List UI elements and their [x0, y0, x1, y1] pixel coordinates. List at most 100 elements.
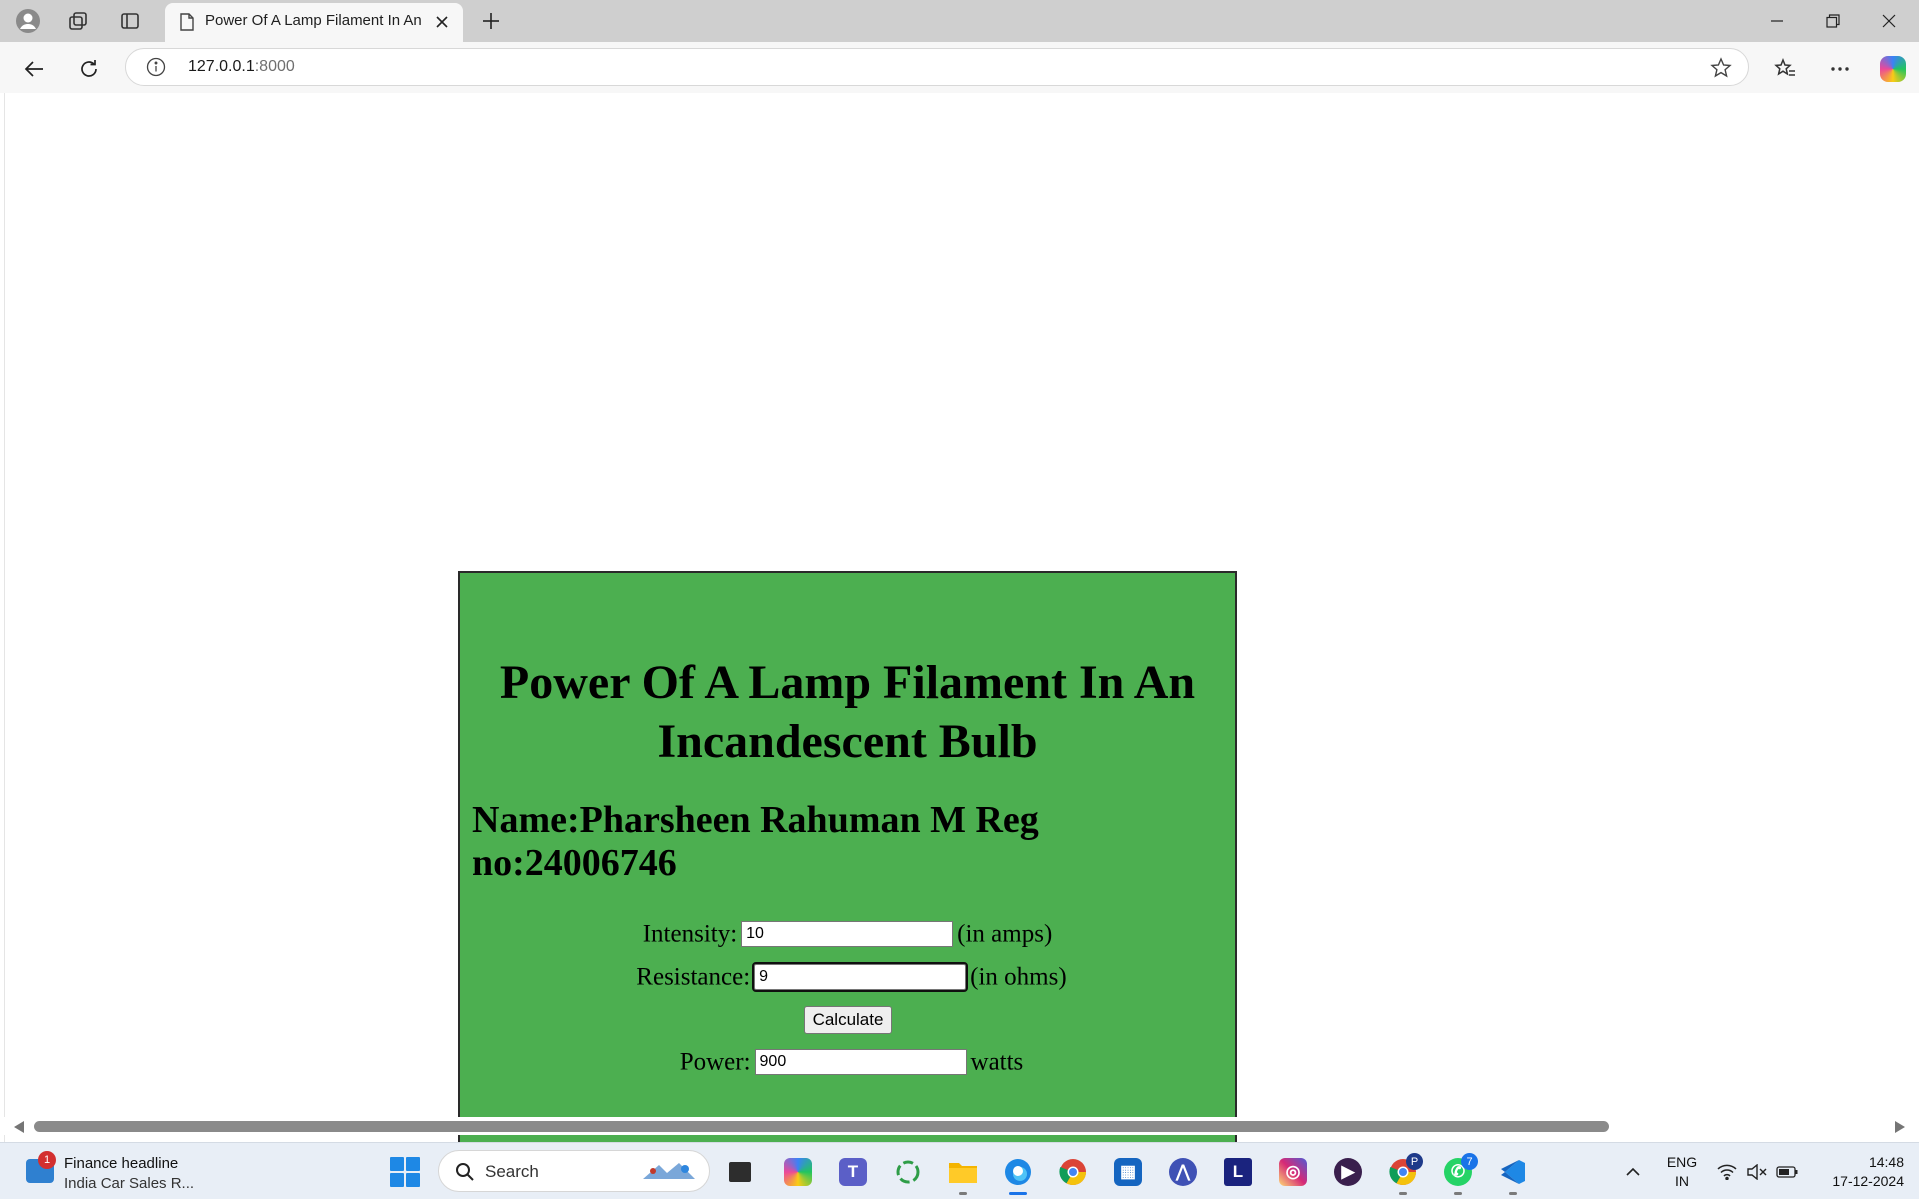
power-label: Power: — [679, 1048, 751, 1076]
horizontal-scrollbar[interactable] — [4, 1117, 1915, 1135]
close-tab-icon[interactable] — [431, 11, 453, 33]
l-app-icon[interactable]: L — [1218, 1152, 1258, 1192]
battery-icon[interactable] — [1773, 1143, 1801, 1199]
page-viewport: Power Of A Lamp Filament In An Incandesc… — [4, 93, 1915, 1163]
power-row: Power: watts — [460, 1047, 1235, 1076]
widget-title: Finance headline — [64, 1155, 179, 1172]
instagram-glyph: ◎ — [1279, 1158, 1307, 1186]
l-app-glyph: L — [1224, 1158, 1252, 1186]
language-region: IN — [1675, 1173, 1689, 1189]
running-indicator — [1454, 1192, 1462, 1195]
taskbar-search[interactable]: Search — [438, 1150, 710, 1192]
resistance-label: Resistance: — [636, 963, 751, 991]
vpn-glyph: ⋀ — [1169, 1158, 1197, 1186]
resistance-input[interactable] — [752, 962, 969, 993]
refresh-app-icon[interactable] — [888, 1152, 928, 1192]
language-indicator[interactable]: ENG IN — [1660, 1153, 1704, 1191]
profile-badge: P — [1406, 1153, 1423, 1170]
minimize-icon[interactable] — [1749, 0, 1805, 42]
media-player-glyph: ▶ — [1334, 1158, 1362, 1186]
page-icon — [179, 13, 195, 36]
volume-muted-icon[interactable] — [1744, 1143, 1770, 1199]
page-title: Power Of A Lamp Filament In An Incandesc… — [499, 656, 1196, 768]
intensity-row: Intensity: (in amps) — [460, 919, 1235, 948]
search-placeholder: Search — [485, 1162, 539, 1181]
widget-badge: 1 — [38, 1151, 56, 1169]
system-clock[interactable]: 14:48 17-12-2024 — [1812, 1153, 1904, 1191]
edge-icon[interactable] — [998, 1152, 1038, 1195]
calculate-button[interactable]: Calculate — [804, 1006, 892, 1034]
power-unit: watts — [970, 1048, 1024, 1076]
language-code: ENG — [1666, 1154, 1698, 1170]
store-glyph: ▦ — [1114, 1158, 1142, 1186]
resistance-unit: (in ohms) — [970, 963, 1067, 991]
whatsapp-badge: 7 — [1461, 1153, 1478, 1170]
intensity-label: Intensity: — [642, 920, 738, 948]
clock-date: 17-12-2024 — [1832, 1173, 1904, 1189]
scrollbar-thumb[interactable] — [34, 1121, 1609, 1132]
copilot-app-glyph — [784, 1158, 812, 1186]
refresh-icon[interactable] — [71, 51, 107, 87]
student-info: Name:Pharsheen Rahuman M Reg no:24006746 — [472, 799, 1039, 884]
favorite-star-icon[interactable] — [1710, 57, 1732, 84]
search-highlight-icon — [643, 1163, 695, 1179]
windows-logo-tile — [390, 1173, 404, 1187]
vpn-app-icon[interactable]: ⋀ — [1163, 1152, 1203, 1192]
running-indicator — [959, 1192, 967, 1195]
close-window-icon[interactable] — [1861, 0, 1917, 42]
url-text[interactable]: 127.0.0.1:8000 — [188, 58, 295, 76]
windows-logo-tile — [406, 1157, 420, 1171]
chrome-icon[interactable] — [1053, 1152, 1093, 1192]
profile-icon[interactable] — [8, 5, 48, 37]
wifi-icon[interactable] — [1714, 1143, 1740, 1199]
site-info-icon[interactable] — [146, 57, 166, 82]
tab-active[interactable]: Power Of A Lamp Filament In An Incandesc… — [165, 3, 463, 42]
task-view-icon[interactable] — [720, 1152, 760, 1192]
url-host: 127.0.0.1 — [188, 58, 255, 75]
scroll-right-arrow-icon[interactable] — [1895, 1121, 1905, 1133]
new-tab-button[interactable] — [474, 6, 508, 36]
address-bar[interactable]: 127.0.0.1:8000 — [125, 48, 1749, 86]
clock-time: 14:48 — [1868, 1154, 1904, 1170]
active-indicator — [1009, 1192, 1027, 1195]
task-view-glyph — [729, 1162, 751, 1182]
url-port: :8000 — [254, 58, 295, 75]
file-explorer-icon[interactable] — [943, 1152, 983, 1195]
search-icon — [455, 1162, 475, 1187]
widget-subtitle: India Car Sales R... — [64, 1175, 195, 1192]
intensity-input[interactable] — [741, 921, 954, 948]
windows-logo-tile — [390, 1157, 404, 1171]
teams-icon[interactable]: T — [833, 1152, 873, 1192]
copilot-icon[interactable] — [1875, 51, 1911, 87]
tab-title: Power Of A Lamp Filament In An Incandesc… — [205, 12, 425, 29]
browser-tab-bar: Power Of A Lamp Filament In An Incandesc… — [0, 0, 1919, 42]
browser-toolbar: 127.0.0.1:8000 — [0, 42, 1919, 93]
workspaces-icon[interactable] — [58, 5, 98, 37]
favorites-icon[interactable] — [1767, 51, 1803, 87]
instagram-icon[interactable]: ◎ — [1273, 1152, 1313, 1192]
running-indicator — [1509, 1192, 1517, 1195]
intensity-unit: (in amps) — [957, 920, 1053, 948]
news-widget[interactable]: 1 Finance headline India Car Sales R... — [22, 1151, 222, 1193]
resistance-row: Resistance: (in ohms) — [460, 962, 1235, 993]
copilot-app-icon[interactable] — [778, 1152, 818, 1192]
start-button[interactable] — [390, 1157, 420, 1187]
store-icon[interactable]: ▦ — [1108, 1152, 1148, 1192]
vscode-icon[interactable] — [1493, 1152, 1533, 1195]
calculator-card: Power Of A Lamp Filament In An Incandesc… — [458, 571, 1237, 1163]
restore-icon[interactable] — [1805, 0, 1861, 42]
windows-taskbar: 1 Finance headline India Car Sales R... … — [0, 1142, 1919, 1199]
show-hidden-icons-chevron-icon[interactable] — [1618, 1143, 1648, 1199]
power-output[interactable] — [754, 1049, 967, 1076]
chrome-profile-icon[interactable]: P — [1383, 1152, 1423, 1195]
media-player-icon[interactable]: ▶ — [1328, 1152, 1368, 1192]
windows-logo-tile — [406, 1173, 420, 1187]
running-indicator — [1399, 1192, 1407, 1195]
tab-actions-icon[interactable] — [110, 5, 150, 37]
more-options-icon[interactable] — [1822, 51, 1858, 87]
copilot-logo — [1880, 56, 1906, 82]
scroll-left-arrow-icon[interactable] — [14, 1121, 24, 1133]
whatsapp-icon[interactable]: ✆ 7 — [1438, 1152, 1478, 1195]
teams-glyph: T — [839, 1158, 867, 1186]
back-icon[interactable] — [16, 51, 52, 87]
